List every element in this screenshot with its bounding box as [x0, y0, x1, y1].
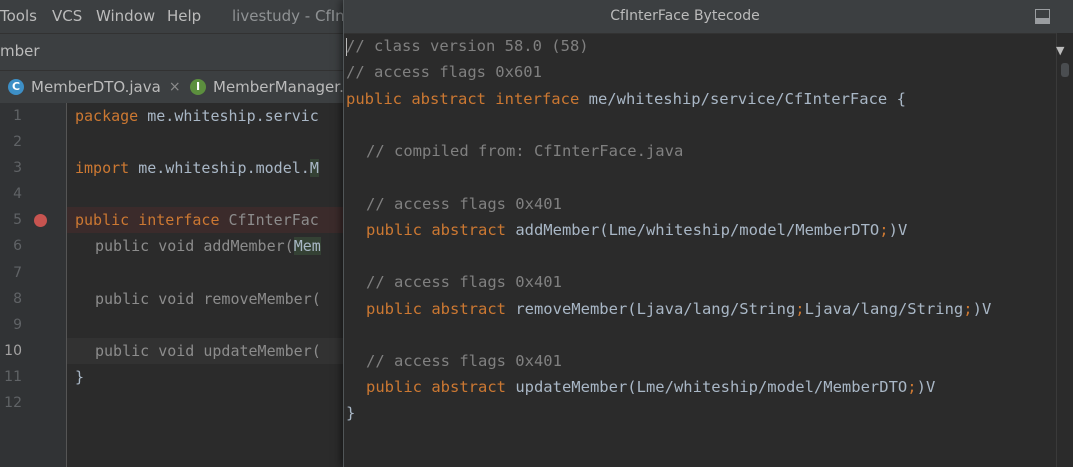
- scrollbar-thumb[interactable]: [1061, 63, 1069, 77]
- line-number: 11: [4, 369, 22, 385]
- interface-icon: I: [190, 79, 206, 95]
- bytecode-line: // class version 58.0 (58): [346, 37, 589, 55]
- code-text: CfInterFac: [228, 211, 319, 229]
- line-number-gutter[interactable]: 1 2 3 4 5 6 7 8 9 10 11 12: [0, 103, 67, 467]
- close-icon[interactable]: ×: [169, 79, 181, 95]
- breadcrumb[interactable]: mber: [0, 42, 40, 60]
- pin-window-icon[interactable]: [1035, 9, 1050, 24]
- code-text: me.whiteship.model.: [129, 159, 310, 177]
- bytecode-line: }: [346, 404, 356, 422]
- bytecode-line: public abstract removeMember(Ljava/lang/…: [366, 296, 991, 322]
- code-text: updateMember(Lme/whiteship/model/MemberD…: [505, 378, 908, 396]
- keyword: public abstract: [366, 221, 506, 239]
- code-line: public void removeMember(: [95, 286, 321, 312]
- chevron-down-icon[interactable]: ▼: [1056, 44, 1064, 57]
- keyword: interface: [138, 211, 220, 229]
- code-line: public void updateMember(: [95, 338, 321, 364]
- code-text: )V: [888, 221, 908, 239]
- bytecode-line: // access flags 0x401: [366, 352, 562, 370]
- code-text: Ljava/lang/String: [804, 300, 964, 318]
- menu-tools[interactable]: Tools: [0, 7, 37, 25]
- code-text: public void addMember(: [95, 237, 294, 255]
- keyword: public abstract: [366, 300, 506, 318]
- line-number: 2: [13, 134, 22, 150]
- code-line: package me.whiteship.servic: [75, 103, 319, 129]
- tab-label: MemberManager.ja: [213, 78, 358, 96]
- window-title: livestudy - CfInte: [232, 7, 360, 25]
- code-text: Mem: [293, 237, 321, 255]
- bytecode-popup[interactable]: CfInterFace Bytecode // class version 58…: [343, 0, 1073, 467]
- bytecode-line: public abstract updateMember(Lme/whitesh…: [366, 374, 935, 400]
- code-text: public void updateMember(: [95, 342, 321, 360]
- line-number: 4: [13, 186, 22, 202]
- bytecode-line: public abstract addMember(Lme/whiteship/…: [366, 217, 907, 243]
- line-number: 7: [13, 265, 22, 281]
- breakpoint-icon[interactable]: [34, 214, 47, 227]
- bytecode-line: public abstract interface me/whiteship/s…: [346, 86, 906, 112]
- code-line: }: [75, 364, 84, 390]
- keyword: public abstract: [366, 378, 506, 396]
- bytecode-line: // compiled from: CfInterFace.java: [366, 142, 684, 160]
- tab-membermanager[interactable]: I MemberManager.ja: [190, 71, 357, 103]
- code-text: me/whiteship/service/CfInterFace {: [579, 90, 906, 108]
- class-icon: C: [8, 79, 24, 95]
- code-text: addMember(Lme/whiteship/model/MemberDTO: [505, 221, 880, 239]
- tab-label: MemberDTO.java: [31, 78, 161, 96]
- menu-vcs[interactable]: VCS: [52, 7, 82, 25]
- tab-memberdto[interactable]: C MemberDTO.java ×: [8, 71, 181, 103]
- code-text: }: [75, 368, 85, 386]
- bytecode-line: // access flags 0x401: [366, 195, 562, 213]
- popup-header[interactable]: CfInterFace Bytecode: [344, 0, 1073, 34]
- semicolon: ;: [879, 221, 889, 239]
- line-number: 5: [13, 212, 22, 228]
- semicolon: ;: [795, 300, 805, 318]
- semicolon: ;: [907, 378, 917, 396]
- line-number: 10: [4, 343, 22, 359]
- keyword: package: [75, 107, 139, 125]
- bytecode-text-area[interactable]: // class version 58.0 (58) // access fla…: [344, 33, 1056, 467]
- line-number: 6: [13, 238, 22, 254]
- line-number: 8: [13, 291, 22, 307]
- keyword: import: [75, 159, 130, 177]
- popup-title: CfInterFace Bytecode: [610, 8, 760, 24]
- keyword: public abstract interface: [346, 90, 580, 108]
- code-text: M: [309, 159, 319, 177]
- vertical-scrollbar[interactable]: [1056, 33, 1073, 467]
- code-text: me.whiteship.servic: [138, 107, 319, 125]
- menu-window[interactable]: Window: [96, 7, 155, 25]
- menu-help[interactable]: Help: [167, 7, 201, 25]
- semicolon: ;: [963, 300, 973, 318]
- code-text: )V: [972, 300, 992, 318]
- code-line: public void addMember(Mem: [95, 233, 321, 259]
- bytecode-line: // access flags 0x401: [366, 273, 562, 291]
- code-text: public void removeMember(: [95, 290, 321, 308]
- bytecode-line: // access flags 0x601: [346, 63, 542, 81]
- code-text: removeMember(Ljava/lang/String: [505, 300, 796, 318]
- line-number: 12: [4, 395, 22, 411]
- line-number: 1: [13, 108, 22, 124]
- line-number: 9: [13, 317, 22, 333]
- keyword: public: [75, 211, 130, 229]
- code-line: import me.whiteship.model.M: [75, 155, 319, 181]
- line-number: 3: [13, 160, 22, 176]
- code-line: public interface CfInterFac: [75, 207, 319, 233]
- code-text: )V: [916, 378, 936, 396]
